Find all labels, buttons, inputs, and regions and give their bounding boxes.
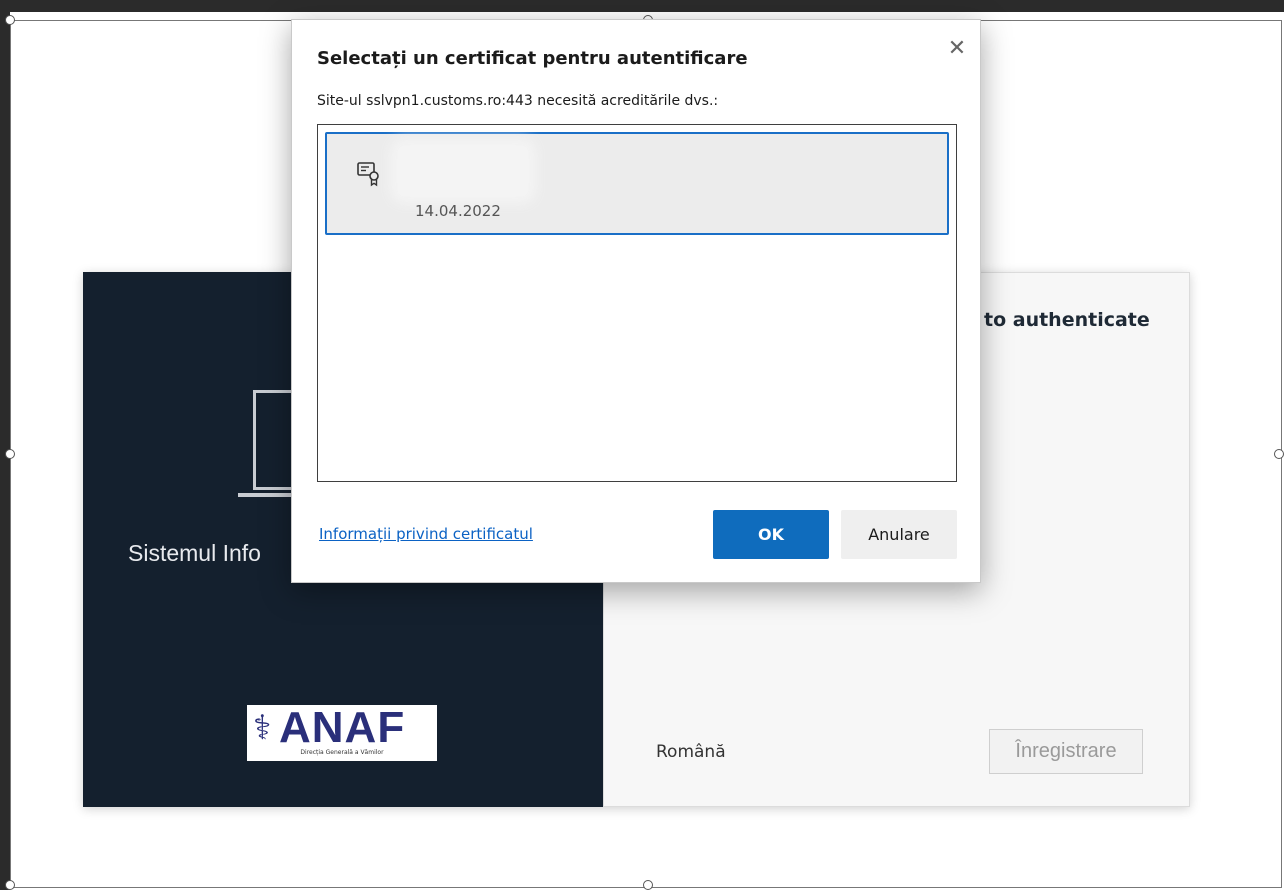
register-button[interactable]: Înregistrare bbox=[989, 729, 1143, 774]
certificate-icon bbox=[357, 162, 379, 187]
resize-handle-top-left[interactable] bbox=[5, 15, 15, 25]
close-icon[interactable]: ✕ bbox=[943, 34, 971, 62]
logo-subtitle: Direcția Generală a Vămilor bbox=[300, 749, 384, 756]
resize-handle-bottom-left[interactable] bbox=[5, 880, 15, 890]
system-title: Sistemul Info bbox=[128, 540, 261, 566]
certificate-info-link[interactable]: Informații privind certificatul bbox=[319, 525, 533, 543]
language-selector[interactable]: Română bbox=[656, 742, 726, 762]
resize-handle-middle-right[interactable] bbox=[1274, 449, 1284, 459]
logo-text: ANAF bbox=[279, 703, 406, 752]
certificate-dialog: Selectați un certificat pentru autentifi… bbox=[291, 19, 981, 583]
frame-top-border bbox=[0, 0, 1284, 12]
resize-handle-middle-left[interactable] bbox=[5, 449, 15, 459]
cancel-button[interactable]: Anulare bbox=[841, 510, 957, 559]
dialog-subtitle: Site-ul sslvpn1.customs.ro:443 necesită … bbox=[317, 93, 719, 109]
anaf-logo: ⚕ ANAF Direcția Generală a Vămilor bbox=[247, 703, 437, 761]
frame-left-border bbox=[0, 0, 10, 890]
resize-handle-bottom-center[interactable] bbox=[643, 880, 653, 890]
ok-button[interactable]: OK bbox=[713, 510, 829, 559]
certificate-item[interactable]: 14.04.2022 bbox=[325, 132, 949, 235]
caduceus-icon: ⚕ bbox=[253, 708, 272, 748]
certificate-date: 14.04.2022 bbox=[415, 202, 501, 220]
auth-heading: to authenticate bbox=[984, 309, 1150, 331]
certificate-name-redacted bbox=[398, 146, 528, 196]
certificate-list[interactable]: 14.04.2022 bbox=[317, 124, 957, 482]
dialog-title: Selectați un certificat pentru autentifi… bbox=[317, 48, 748, 69]
